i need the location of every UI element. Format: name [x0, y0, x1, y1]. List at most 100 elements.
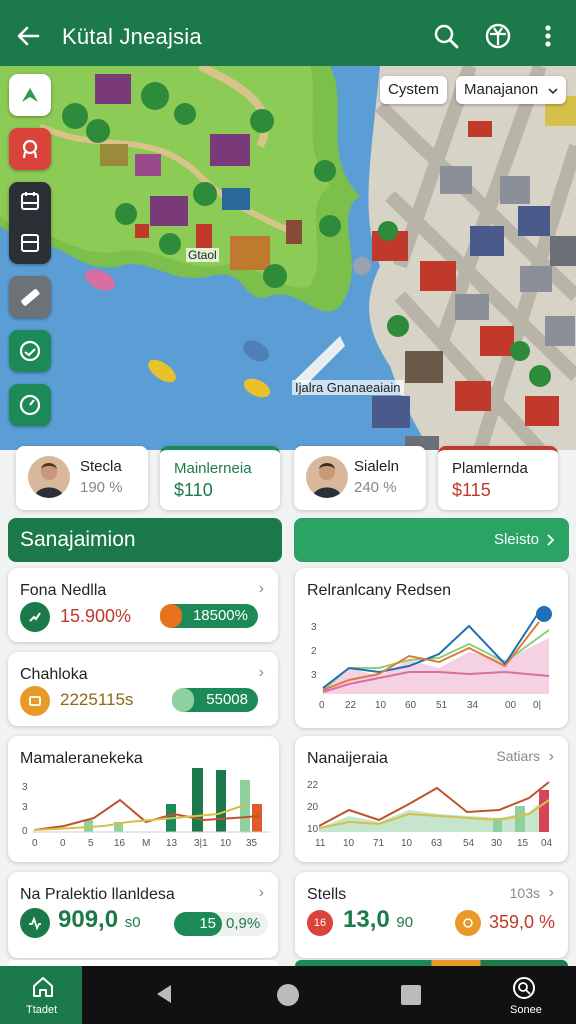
- y-tick: 0: [22, 826, 28, 837]
- stat-label: Mainlerneia: [174, 460, 252, 477]
- map-view[interactable]: Ijalra Gnanaeaiain Gtaol: [0, 66, 576, 450]
- count-badge: 16: [307, 910, 333, 936]
- leaf-icon: [22, 88, 38, 102]
- x-tick: 3|1: [194, 838, 208, 849]
- x-tick: 51: [436, 700, 448, 711]
- metric-number: 13,0: [343, 906, 390, 933]
- compass-button[interactable]: [9, 384, 51, 426]
- calendar-icon[interactable]: [19, 190, 41, 212]
- metric-value: 13,0 90: [343, 906, 413, 934]
- x-tick: 10: [343, 838, 355, 849]
- x-tick: 0: [319, 700, 325, 711]
- section-title: Sanajaimion: [20, 528, 136, 551]
- metric-card[interactable]: Stells 103s › 16 13,0 90 359,0 %: [295, 872, 568, 958]
- x-tick: 34: [467, 700, 479, 711]
- chart-card[interactable]: Nanaijeraia Satiars › 22 20 10 11 10 71 …: [295, 736, 568, 862]
- list-icon[interactable]: [19, 232, 41, 254]
- x-tick: M: [142, 838, 150, 849]
- x-tick: 0|: [533, 700, 541, 711]
- person-card[interactable]: Stecla 190 %: [16, 446, 148, 510]
- clock-icon: [19, 340, 41, 362]
- home-icon: [33, 977, 53, 997]
- stat-card[interactable]: Mainlerneia $110: [160, 446, 280, 510]
- trend-icon: [20, 602, 50, 632]
- card-title: Fona Nedlla: [20, 582, 107, 599]
- compass-icon: [19, 394, 41, 416]
- place-label: Gtaol: [186, 248, 219, 262]
- y-tick: 2: [311, 646, 317, 657]
- x-tick: 11: [315, 838, 326, 849]
- x-tick: 15: [517, 838, 529, 849]
- metric-value: 15.900%: [60, 606, 132, 626]
- map-layer-button[interactable]: [9, 74, 51, 116]
- card-title: Na Pralektio llanldesa: [20, 886, 175, 903]
- chevron-right-icon: ›: [548, 884, 554, 901]
- search-circle-icon: [513, 977, 535, 999]
- pill-value: 55008: [206, 691, 248, 708]
- metric-card[interactable]: Fona Nedlla › 15.900% 18500%: [8, 568, 278, 642]
- y-tick: 10: [307, 824, 319, 835]
- y-tick: 20: [307, 802, 319, 813]
- x-tick: 16: [114, 838, 126, 849]
- metric-value: 909,0 s0: [58, 906, 141, 934]
- bar-chart: 3 3 0 0 0 5 16 M 13 3|1 10 35: [22, 768, 270, 849]
- stat-amount: $110: [174, 480, 213, 500]
- pill-num: 15: [174, 912, 222, 936]
- metric-unit: s0: [124, 914, 141, 931]
- bottom-nav: Ttadet Sonee: [0, 966, 576, 1024]
- alert-button[interactable]: [9, 128, 51, 170]
- metric-card[interactable]: Na Pralektio llanldesa › 909,0 s0 15 0,9…: [8, 872, 278, 958]
- app-title: Kütal Jneajsia: [62, 24, 202, 49]
- chevron-right-icon: ›: [258, 664, 264, 681]
- metric-pill: 15 0,9%: [174, 912, 268, 936]
- y-tick: 22: [307, 780, 319, 791]
- person-value: 190 %: [80, 479, 123, 496]
- nav-home[interactable]: Ttadet: [0, 966, 82, 1024]
- recents-square-icon[interactable]: [400, 984, 422, 1006]
- stat-label: Plamlernda: [452, 460, 528, 477]
- more-vert-icon[interactable]: [534, 22, 562, 50]
- x-tick: 10: [220, 838, 232, 849]
- y-tick: 3: [311, 622, 317, 633]
- line-chart: 3 2 3 0 22 10 60 51 34 00 0|: [311, 606, 552, 711]
- chevron-right-icon: [547, 534, 555, 546]
- y-tick: 3: [311, 670, 317, 681]
- nav-right[interactable]: Sonee: [496, 966, 556, 1024]
- person-card[interactable]: Sialeln 240 %: [294, 446, 426, 510]
- map-dropdown-chip[interactable]: Manajanon: [456, 76, 566, 104]
- chevron-right-icon: ›: [258, 884, 264, 901]
- x-tick: 13: [166, 838, 178, 849]
- metric-percent: 359,0 %: [489, 912, 556, 932]
- chevron-down-icon: [548, 88, 558, 95]
- card-link[interactable]: 103s: [510, 885, 540, 901]
- nav-right-label: Sonee: [510, 1004, 542, 1016]
- search-icon[interactable]: [432, 22, 460, 50]
- x-tick: 10: [375, 700, 387, 711]
- stat-card[interactable]: Plamlernda $115: [438, 446, 558, 510]
- area-chart: 22 20 10 11 10 71 10 63 54 30 15 04: [307, 780, 553, 849]
- map-filter-chip[interactable]: Cystem: [380, 76, 447, 104]
- back-arrow-icon[interactable]: [14, 22, 42, 50]
- x-tick: 54: [463, 838, 475, 849]
- chevron-right-icon: ›: [258, 580, 264, 597]
- x-tick: 22: [345, 700, 357, 711]
- measure-button[interactable]: [9, 276, 51, 318]
- chart-card[interactable]: Relranlcany Redsen 3 2 3 0 22 10 60 51 3…: [295, 568, 568, 728]
- section-link-label: Sleisto: [493, 531, 539, 548]
- card-title: Chahloka: [20, 666, 88, 683]
- metric-card[interactable]: Chahloka › 2225115s 55008: [8, 652, 278, 726]
- card-title: Stells: [307, 886, 347, 903]
- app-bar: Kütal Jneajsia: [0, 0, 576, 72]
- badge-icon: [22, 139, 38, 159]
- back-triangle-icon[interactable]: [153, 983, 175, 1005]
- home-circle-icon[interactable]: [276, 983, 300, 1007]
- chart-card[interactable]: Mamaleranekeka 3 3 0 0 0 5 16 M 13 3|1 1…: [8, 736, 279, 862]
- clock-button[interactable]: [9, 330, 51, 372]
- x-tick: 10: [401, 838, 413, 849]
- x-tick: 63: [431, 838, 443, 849]
- y-tick: 3: [22, 782, 28, 793]
- metric-pill: 18500%: [160, 604, 258, 628]
- pill-dot: [160, 604, 182, 628]
- globe-icon[interactable]: [484, 22, 512, 50]
- section-link[interactable]: Sleisto: [294, 518, 569, 562]
